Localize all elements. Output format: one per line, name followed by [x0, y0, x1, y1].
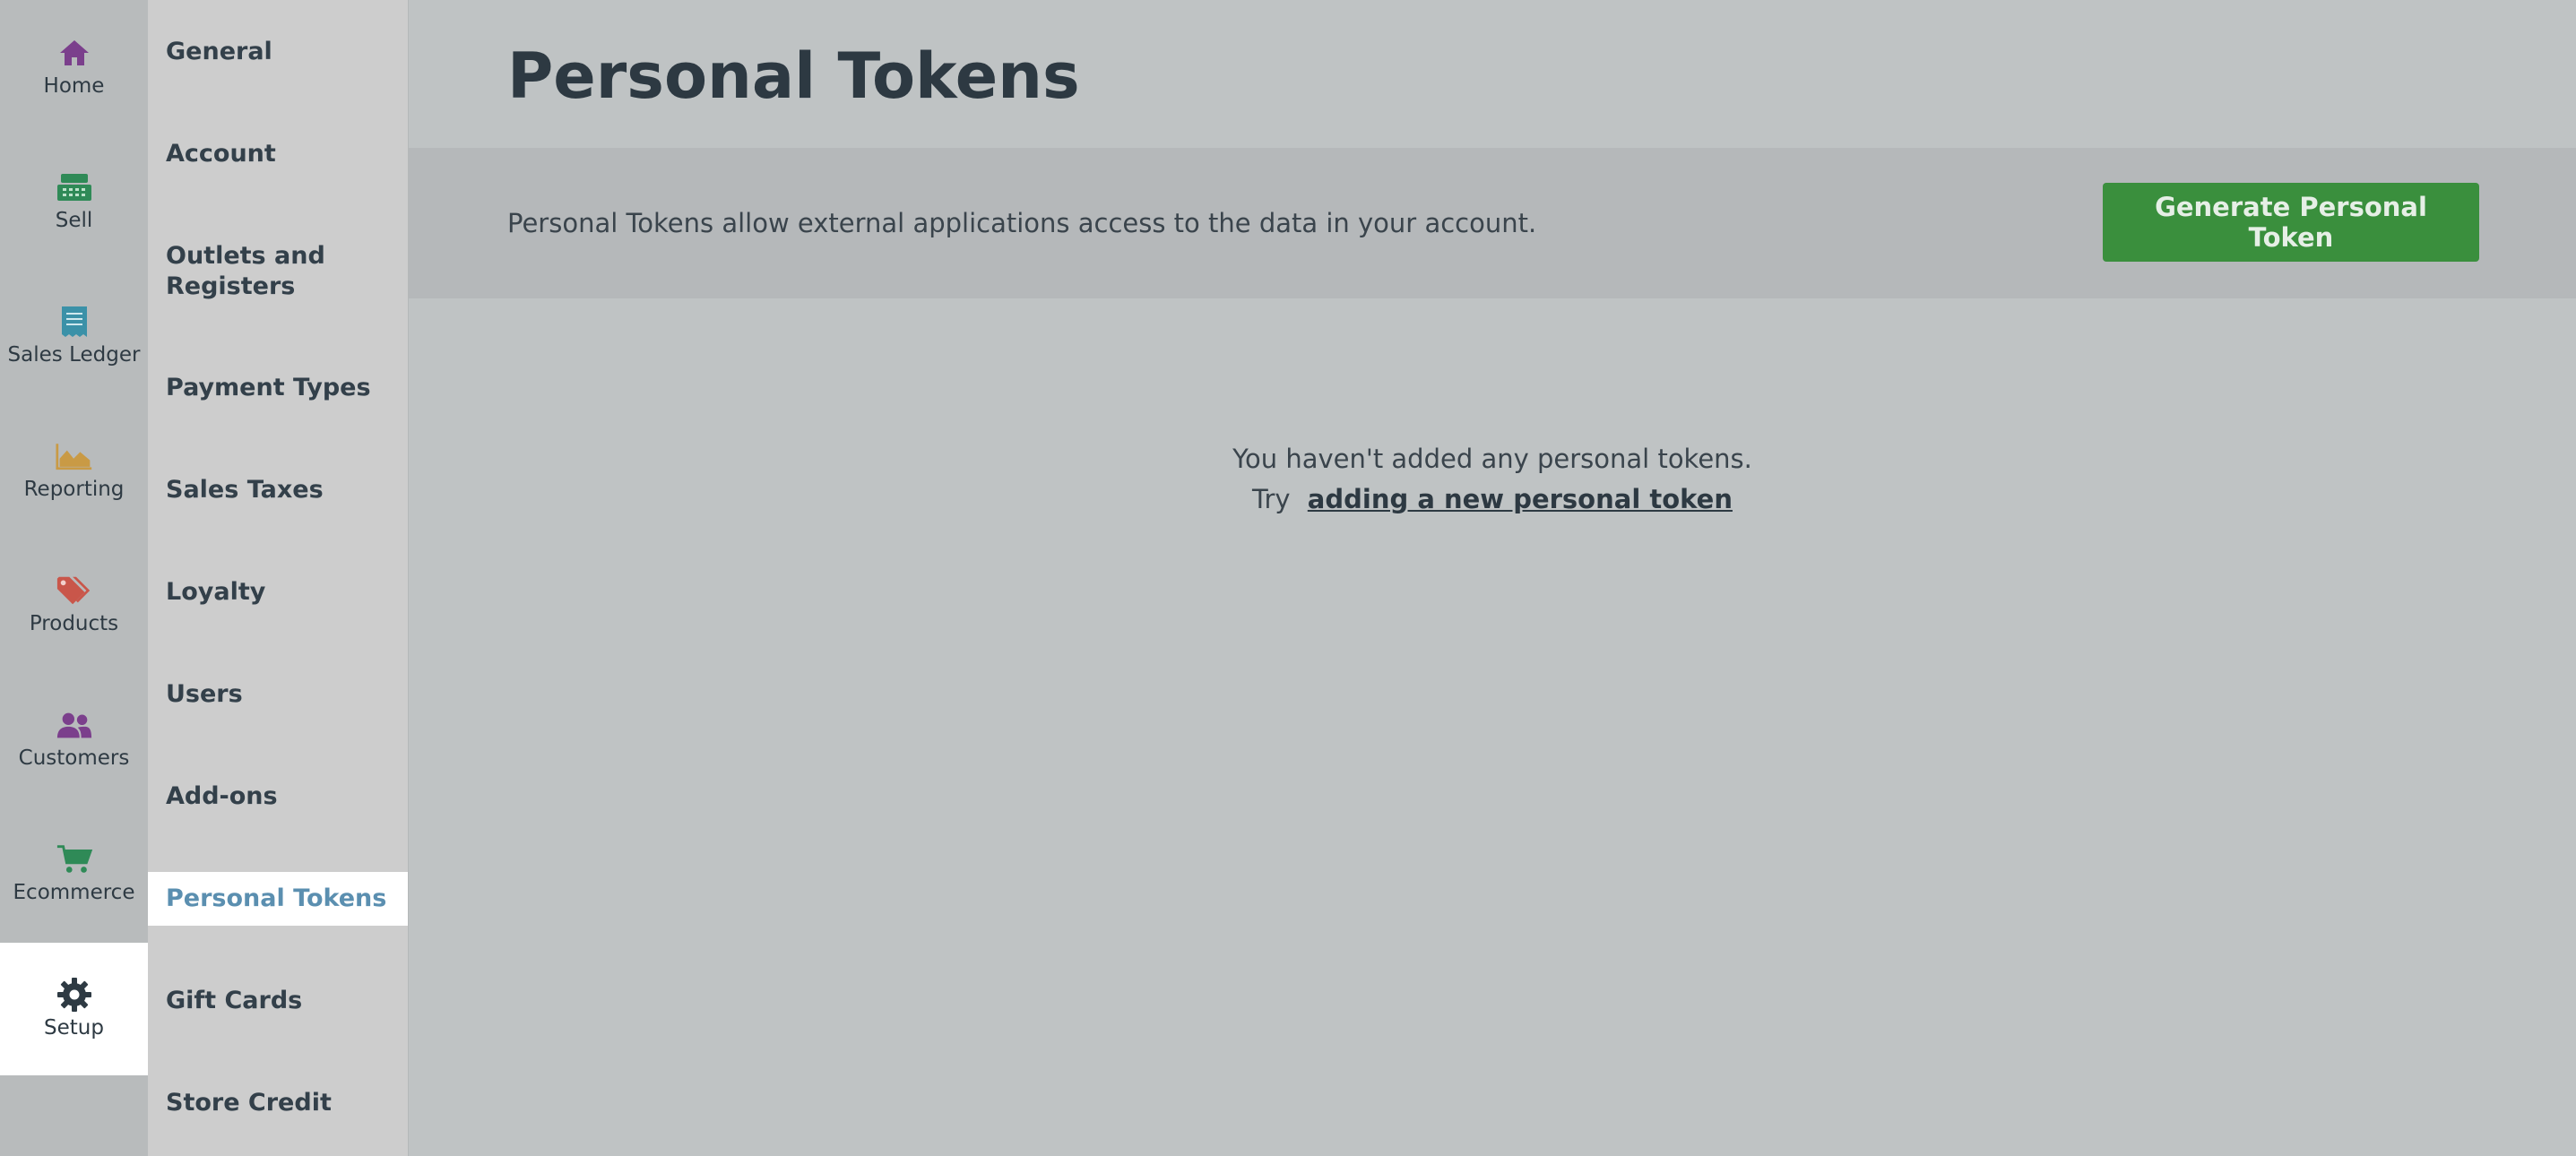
submenu-item-label: Account — [166, 140, 276, 168]
empty-state: You haven't added any personal tokens. T… — [409, 439, 2576, 520]
submenu-item-label: Outlets and Registers — [166, 242, 325, 300]
nav-item-sell[interactable]: Sell — [0, 143, 148, 260]
primary-nav: Home Sell Sales Ledger Reporting Product — [0, 0, 148, 1156]
empty-state-suggestion: Try adding a new personal token — [409, 479, 2576, 520]
nav-item-label: Sales Ledger — [7, 343, 141, 367]
nav-item-label: Home — [43, 74, 105, 98]
info-text: Personal Tokens allow external applicati… — [507, 208, 1537, 238]
register-icon — [56, 170, 93, 204]
nav-item-reporting[interactable]: Reporting — [0, 412, 148, 529]
main-content: Personal Tokens Personal Tokens allow ex… — [409, 0, 2576, 1156]
nav-item-sales-ledger[interactable]: Sales Ledger — [0, 278, 148, 394]
nav-item-label: Ecommerce — [13, 881, 135, 904]
submenu-item-sales-taxes[interactable]: Sales Taxes — [148, 465, 408, 515]
cart-icon — [56, 842, 93, 876]
app-window: Home Sell Sales Ledger Reporting Product — [0, 0, 2576, 1156]
submenu-item-label: Store Credit — [166, 1089, 332, 1117]
chart-icon — [55, 439, 93, 473]
submenu-item-add-ons[interactable]: Add-ons — [148, 772, 408, 822]
settings-submenu: General Account Outlets and Registers Pa… — [148, 0, 409, 1156]
submenu-item-label: Gift Cards — [166, 987, 303, 1014]
submenu-item-personal-tokens[interactable]: Personal Tokens — [148, 872, 408, 926]
nav-item-label: Products — [29, 612, 119, 635]
submenu-item-label: Sales Taxes — [166, 476, 324, 504]
empty-state-message: You haven't added any personal tokens. — [1232, 444, 1752, 474]
submenu-item-store-credit[interactable]: Store Credit — [148, 1078, 408, 1128]
nav-item-label: Reporting — [23, 478, 125, 501]
submenu-item-account[interactable]: Account — [148, 129, 408, 179]
empty-state-try-text: Try — [1252, 484, 1291, 514]
submenu-item-label: Personal Tokens — [166, 884, 387, 912]
generate-personal-token-button[interactable]: Generate Personal Token — [2103, 183, 2479, 262]
gear-icon — [56, 978, 93, 1012]
submenu-item-outlets-and-registers[interactable]: Outlets and Registers — [148, 231, 408, 312]
submenu-item-label: Loyalty — [166, 578, 266, 606]
nav-item-label: Customers — [18, 746, 130, 770]
nav-item-ecommerce[interactable]: Ecommerce — [0, 815, 148, 932]
submenu-item-label: General — [166, 38, 272, 65]
add-personal-token-link[interactable]: adding a new personal token — [1308, 484, 1733, 514]
nav-item-home[interactable]: Home — [0, 9, 148, 125]
page-title: Personal Tokens — [507, 39, 1080, 113]
home-icon — [56, 36, 93, 70]
submenu-item-loyalty[interactable]: Loyalty — [148, 567, 408, 617]
nav-item-setup[interactable]: Setup — [0, 943, 148, 1075]
submenu-item-general[interactable]: General — [148, 27, 408, 77]
info-bar: Personal Tokens allow external applicati… — [409, 148, 2576, 298]
nav-item-products[interactable]: Products — [0, 547, 148, 663]
tags-icon — [56, 574, 93, 608]
submenu-item-payment-types[interactable]: Payment Types — [148, 363, 408, 413]
users-icon — [56, 708, 93, 742]
submenu-item-gift-cards[interactable]: Gift Cards — [148, 976, 408, 1026]
submenu-item-label: Payment Types — [166, 374, 371, 401]
submenu-item-label: Add-ons — [166, 782, 278, 810]
nav-item-label: Setup — [44, 1016, 104, 1040]
submenu-item-label: Users — [166, 680, 243, 708]
receipt-icon — [56, 305, 93, 339]
nav-item-label: Sell — [55, 209, 93, 232]
nav-item-customers[interactable]: Customers — [0, 681, 148, 798]
submenu-item-users[interactable]: Users — [148, 669, 408, 720]
